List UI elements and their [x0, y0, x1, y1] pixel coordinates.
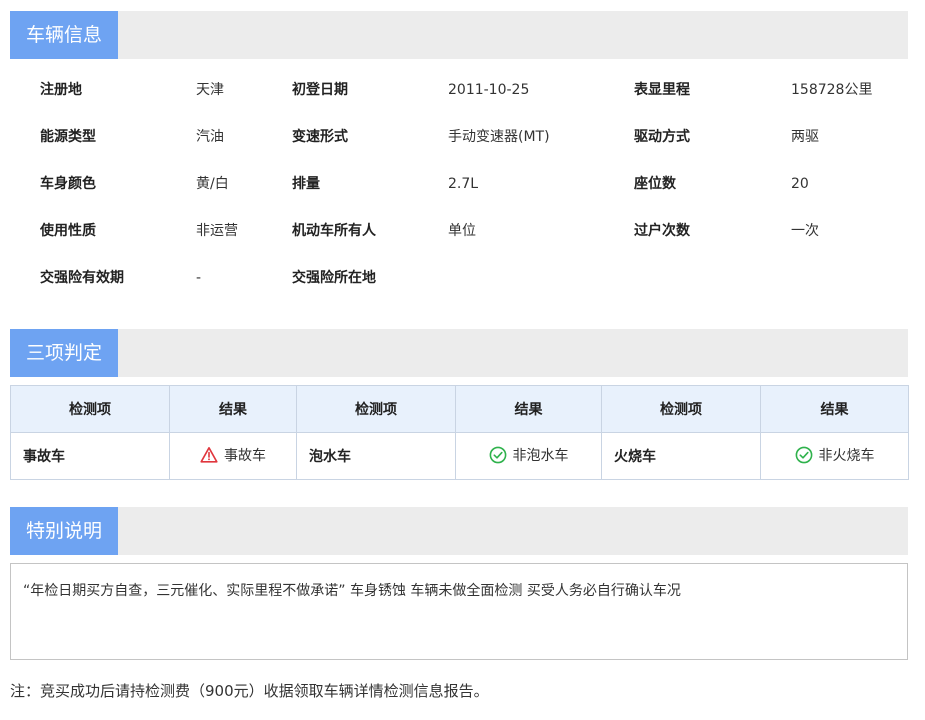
info-value: 2011-10-25 [448, 82, 530, 98]
table-row: 事故车 事故车 泡水车 非泡水车 火烧车 非火烧车 [10, 432, 909, 480]
info-value: 两驱 [791, 129, 819, 145]
special-note-box: “年检日期买方自查，三元催化、实际里程不做承诺” 车身锈蚀 车辆未做全面检测 买… [10, 563, 908, 660]
column-header: 检测项 [10, 385, 170, 433]
judgement-section-header: 三项判定 [10, 329, 908, 377]
fire-result-text: 非火烧车 [818, 447, 875, 464]
vehicle-info-title: 车辆信息 [10, 11, 118, 59]
column-header: 检测项 [296, 385, 456, 433]
info-label: 初登日期 [292, 82, 348, 98]
info-label: 机动车所有人 [292, 223, 376, 239]
column-header: 检测项 [601, 385, 761, 433]
info-value: 2.7L [448, 176, 479, 192]
accident-result-text: 事故车 [224, 447, 266, 464]
flood-result: 非泡水车 [455, 432, 602, 480]
judgement-table: 检测项 结果 检测项 结果 检测项 结果 事故车 事故车 泡水车 非泡水车 火烧… [10, 385, 909, 480]
column-header: 结果 [169, 385, 297, 433]
info-label: 交强险有效期 [40, 270, 124, 286]
table-header-row: 检测项 结果 检测项 结果 检测项 结果 [10, 385, 909, 433]
column-header: 结果 [455, 385, 602, 433]
info-label: 排量 [292, 176, 320, 192]
info-value: 158728公里 [791, 82, 873, 98]
info-label: 座位数 [634, 176, 676, 192]
info-label: 能源类型 [40, 129, 96, 145]
fire-result: 非火烧车 [760, 432, 909, 480]
info-label: 变速形式 [292, 129, 348, 145]
info-value: 汽油 [196, 129, 224, 145]
vehicle-info-section-header: 车辆信息 [10, 11, 908, 59]
check-circle-icon [795, 446, 812, 463]
info-label: 交强险所在地 [292, 270, 376, 286]
accident-result: 事故车 [169, 432, 297, 480]
fire-item-label: 火烧车 [601, 432, 761, 480]
flood-result-text: 非泡水车 [512, 447, 569, 464]
judgement-title: 三项判定 [10, 329, 118, 377]
check-circle-icon [489, 446, 506, 463]
info-label: 车身颜色 [40, 176, 96, 192]
special-note-text: “年检日期买方自查，三元催化、实际里程不做承诺” 车身锈蚀 车辆未做全面检测 买… [23, 583, 681, 599]
info-value: 单位 [448, 223, 476, 239]
footnote: 注：竞买成功后请持检测费（900元）收据领取车辆详情检测信息报告。 [10, 682, 489, 700]
info-value: 天津 [196, 82, 224, 98]
accident-item-label: 事故车 [10, 432, 170, 480]
info-value: 20 [791, 176, 809, 192]
column-header: 结果 [760, 385, 909, 433]
info-value: 非运营 [196, 223, 238, 239]
info-label: 过户次数 [634, 223, 690, 239]
info-label: 表显里程 [634, 82, 690, 98]
info-value: 一次 [791, 223, 819, 239]
info-label: 注册地 [40, 82, 82, 98]
special-note-title: 特别说明 [10, 507, 118, 555]
info-value: 手动变速器(MT) [448, 129, 550, 145]
info-value: - [196, 270, 202, 286]
info-label: 驱动方式 [634, 129, 690, 145]
warning-triangle-icon [200, 446, 218, 463]
flood-item-label: 泡水车 [296, 432, 456, 480]
info-value: 黄/白 [196, 176, 229, 192]
info-label: 使用性质 [40, 223, 96, 239]
special-note-section-header: 特别说明 [10, 507, 908, 555]
